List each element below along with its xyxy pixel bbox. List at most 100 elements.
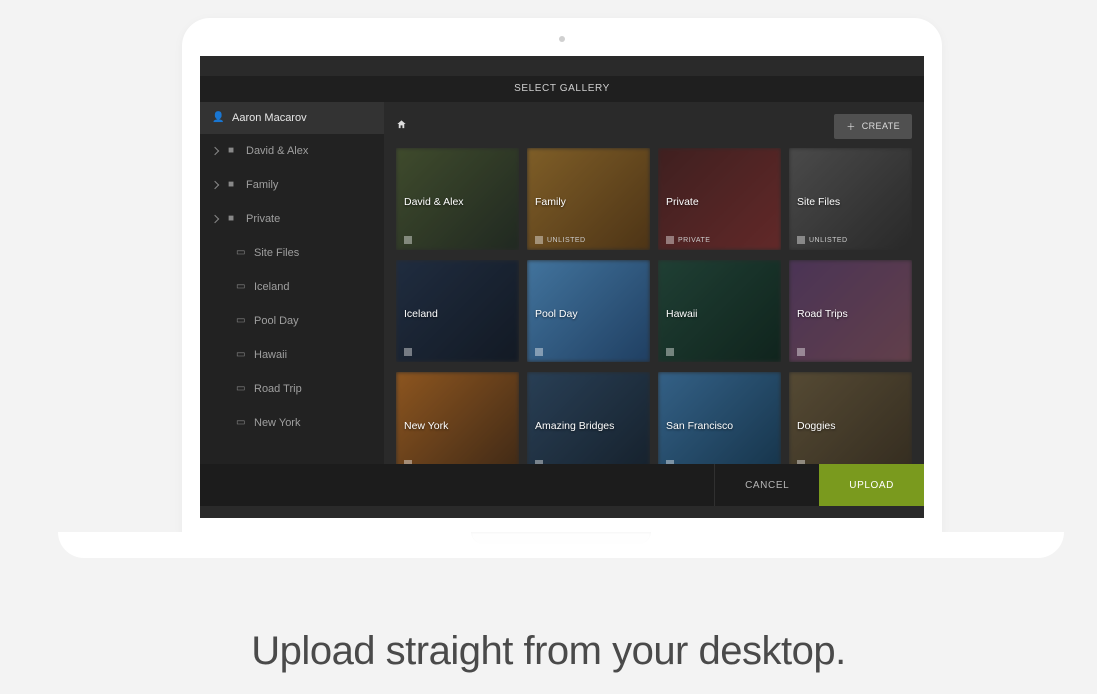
card-badge (666, 460, 678, 464)
card-title: Pool Day (535, 308, 578, 320)
card-badge (535, 348, 547, 356)
badge-label: UNLISTED (547, 237, 586, 244)
badge-icon (666, 460, 674, 464)
card-title: Hawaii (666, 308, 698, 320)
badge-icon (404, 460, 412, 464)
gallery-modal: SELECT GALLERY 👤 Aaron Macarov ■ David &… (200, 76, 924, 506)
badge-icon (797, 460, 805, 464)
badge-label: PRIVATE (678, 237, 710, 244)
card-title: Iceland (404, 308, 438, 320)
laptop-notch (471, 532, 651, 544)
create-label: CREATE (862, 121, 900, 131)
page-headline: Upload straight from your desktop. (0, 629, 1097, 674)
card-title: Road Trips (797, 308, 848, 320)
gallery-card[interactable]: Iceland (396, 260, 519, 362)
gallery-card[interactable]: Family UNLISTED (527, 148, 650, 250)
card-title: David & Alex (404, 196, 464, 208)
sidebar-item-label: Site Files (254, 236, 299, 270)
gallery-card[interactable]: Pool Day (527, 260, 650, 362)
gallery-card[interactable]: San Francisco (658, 372, 781, 464)
badge-icon (404, 236, 412, 244)
sidebar-item-label: Iceland (254, 270, 289, 304)
sidebar-gallery[interactable]: ▭ Hawaii (200, 338, 384, 372)
card-title: New York (404, 420, 448, 432)
sidebar-gallery[interactable]: ▭ Site Files (200, 236, 384, 270)
card-badge (797, 348, 809, 356)
home-icon[interactable] (396, 119, 407, 133)
sidebar-folder[interactable]: ■ Private (200, 202, 384, 236)
badge-icon (535, 460, 543, 464)
badge-icon (535, 348, 543, 356)
gallery-grid: David & Alex Family UNLISTED Private PRI… (396, 148, 912, 464)
sidebar-item-label: David & Alex (246, 134, 308, 168)
gallery-icon: ▭ (236, 304, 248, 338)
sidebar-gallery[interactable]: ▭ Pool Day (200, 304, 384, 338)
badge-icon (666, 348, 674, 356)
gallery-card[interactable]: Site Files UNLISTED (789, 148, 912, 250)
sidebar-item-label: Family (246, 168, 278, 202)
gallery-card[interactable]: Amazing Bridges (527, 372, 650, 464)
card-badge (404, 236, 416, 244)
card-title: San Francisco (666, 420, 733, 432)
badge-icon (797, 348, 805, 356)
gallery-icon: ▭ (236, 236, 248, 270)
cancel-button[interactable]: CANCEL (714, 464, 819, 506)
card-title: Site Files (797, 196, 840, 208)
card-badge (404, 460, 416, 464)
sidebar-folder[interactable]: ■ Family (200, 168, 384, 202)
gallery-card[interactable]: Doggies (789, 372, 912, 464)
laptop-base (58, 532, 1064, 558)
card-badge: UNLISTED (797, 236, 848, 244)
gallery-icon: ▭ (236, 406, 248, 440)
card-badge (535, 460, 547, 464)
sidebar-item-label: New York (254, 406, 300, 440)
gallery-card[interactable]: Hawaii (658, 260, 781, 362)
modal-title: SELECT GALLERY (200, 76, 924, 102)
card-title: Family (535, 196, 566, 208)
sidebar-gallery[interactable]: ▭ New York (200, 406, 384, 440)
camera-dot (559, 36, 565, 42)
folder-icon: ■ (228, 168, 240, 202)
create-button[interactable]: ＋ CREATE (834, 114, 912, 139)
folder-icon: ■ (228, 134, 240, 168)
badge-icon (666, 236, 674, 244)
badge-icon (535, 236, 543, 244)
laptop-frame: SELECT GALLERY 👤 Aaron Macarov ■ David &… (182, 18, 942, 538)
gallery-card[interactable]: David & Alex (396, 148, 519, 250)
gallery-icon: ▭ (236, 372, 248, 406)
content-pane: ＋ CREATE David & Alex Family UNLISTED Pr… (384, 102, 924, 464)
gallery-card[interactable]: Road Trips (789, 260, 912, 362)
chevron-right-icon (211, 215, 219, 223)
card-thumbnail (658, 372, 781, 464)
sidebar-folder[interactable]: ■ David & Alex (200, 134, 384, 168)
sidebar-item-label: Private (246, 202, 280, 236)
sidebar-gallery[interactable]: ▭ Iceland (200, 270, 384, 304)
card-badge: PRIVATE (666, 236, 710, 244)
user-name: Aaron Macarov (232, 102, 307, 134)
card-badge (797, 460, 809, 464)
gallery-card[interactable]: New York (396, 372, 519, 464)
user-icon: 👤 (212, 102, 224, 134)
gallery-icon: ▭ (236, 270, 248, 304)
card-title: Private (666, 196, 699, 208)
card-thumbnail (789, 372, 912, 464)
sidebar-user[interactable]: 👤 Aaron Macarov (200, 102, 384, 134)
gallery-card[interactable]: Private PRIVATE (658, 148, 781, 250)
card-title: Amazing Bridges (535, 420, 614, 432)
plus-icon: ＋ (846, 120, 855, 133)
card-badge (404, 348, 416, 356)
sidebar: 👤 Aaron Macarov ■ David & Alex ■ Family … (200, 102, 384, 464)
upload-button[interactable]: UPLOAD (819, 464, 924, 506)
badge-icon (797, 236, 805, 244)
gallery-icon: ▭ (236, 338, 248, 372)
chevron-right-icon (211, 181, 219, 189)
card-badge (666, 348, 678, 356)
chevron-right-icon (211, 147, 219, 155)
card-thumbnail (396, 372, 519, 464)
badge-icon (404, 348, 412, 356)
card-badge: UNLISTED (535, 236, 586, 244)
card-thumbnail (527, 372, 650, 464)
card-title: Doggies (797, 420, 836, 432)
sidebar-gallery[interactable]: ▭ Road Trip (200, 372, 384, 406)
sidebar-item-label: Hawaii (254, 338, 287, 372)
